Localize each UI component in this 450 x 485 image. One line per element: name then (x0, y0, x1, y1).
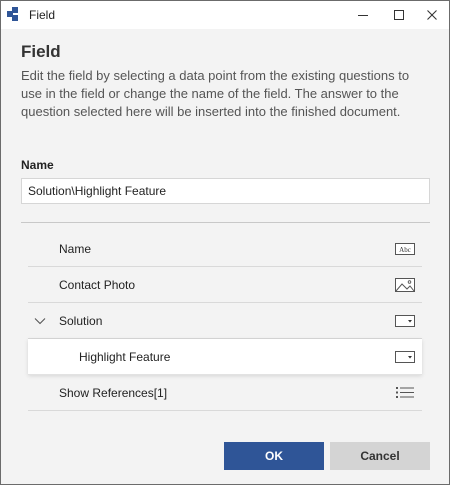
field-row-name[interactable]: Name Abc (28, 231, 422, 267)
chevron-down-icon[interactable] (34, 316, 46, 326)
field-row-label: Show References[1] (59, 385, 168, 400)
divider (21, 222, 430, 223)
dialog-description: Edit the field by selecting a data point… (21, 68, 410, 119)
maximize-icon (394, 10, 404, 20)
close-icon (427, 10, 437, 20)
dialog-content: Field Edit the field by selecting a data… (1, 29, 449, 484)
field-row-label: Contact Photo (59, 277, 136, 292)
field-row-solution[interactable]: Solution (28, 303, 422, 339)
field-row-show-references[interactable]: Show References[1] (28, 375, 422, 411)
minimize-button[interactable] (346, 1, 380, 29)
field-dialog-window: Field Field Edit the field by selecting … (0, 0, 450, 485)
app-logo-icon (7, 7, 18, 21)
name-label: Name (21, 158, 54, 172)
dropdown-field-icon (395, 315, 415, 327)
field-row-contact-photo[interactable]: Contact Photo (28, 267, 422, 303)
svg-text:Abc: Abc (399, 246, 411, 254)
field-row-highlight-feature[interactable]: Highlight Feature (28, 339, 422, 375)
title-bar[interactable]: Field (1, 1, 449, 29)
minimize-icon (358, 15, 368, 16)
field-row-label: Highlight Feature (79, 349, 171, 364)
maximize-button[interactable] (382, 1, 416, 29)
window-title: Field (29, 8, 56, 22)
name-input[interactable] (21, 178, 430, 204)
field-list: Name Abc Contact Photo Solution Highligh… (28, 231, 422, 411)
dialog-heading: Field (21, 42, 61, 61)
image-icon (395, 278, 415, 292)
text-field-icon: Abc (395, 243, 415, 255)
field-row-label: Solution (59, 313, 103, 328)
close-button[interactable] (415, 1, 449, 29)
dropdown-field-icon (395, 351, 415, 363)
list-icon (396, 387, 414, 398)
cancel-button[interactable]: Cancel (330, 442, 430, 470)
field-row-label: Name (59, 241, 92, 256)
ok-button[interactable]: OK (224, 442, 324, 470)
